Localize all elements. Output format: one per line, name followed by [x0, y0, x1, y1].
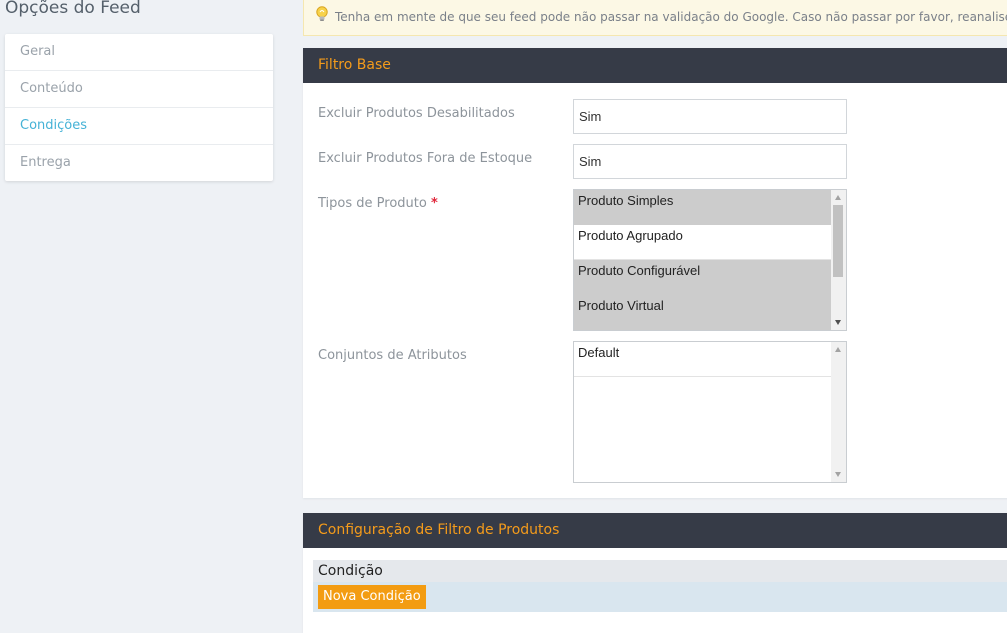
- required-mark: *: [430, 196, 438, 211]
- option-produto-agrupado[interactable]: Produto Agrupado: [574, 225, 831, 260]
- page-title: Opções do Feed: [5, 0, 141, 18]
- option-produto-configuravel[interactable]: Produto Configurável: [574, 260, 831, 295]
- attribute-sets-label: Conjuntos de Atributos: [318, 348, 467, 363]
- exclude-disabled-select[interactable]: Sim: [573, 99, 847, 134]
- nav-item-geral[interactable]: Geral: [5, 34, 273, 71]
- scroll-down-icon[interactable]: [835, 472, 841, 477]
- option-default[interactable]: Default: [574, 342, 831, 377]
- nav-item-entrega[interactable]: Entrega: [5, 145, 273, 181]
- option-produto-simples[interactable]: Produto Simples: [574, 190, 831, 225]
- scroll-up-icon[interactable]: [835, 347, 841, 352]
- product-types-label: Tipos de Produto *: [318, 196, 438, 211]
- product-types-multiselect[interactable]: Produto Simples Produto Agrupado Produto…: [573, 189, 847, 331]
- product-types-label-text: Tipos de Produto: [318, 196, 427, 211]
- exclude-disabled-label: Excluir Produtos Desabilitados: [318, 106, 515, 121]
- product-types-scrollbar[interactable]: [831, 190, 846, 330]
- product-filter-title: Configuração de Filtro de Produtos: [303, 513, 1007, 548]
- option-produto-virtual[interactable]: Produto Virtual: [574, 295, 831, 330]
- nav-item-conteudo[interactable]: Conteúdo: [5, 71, 273, 108]
- scroll-down-icon[interactable]: [835, 320, 841, 325]
- nav-item-condicoes[interactable]: Condições: [5, 108, 273, 145]
- condition-column-header: Condição: [313, 560, 1007, 582]
- base-filter-panel: Filtro Base Excluir Produtos Desabilitad…: [303, 48, 1007, 498]
- notice-text: Tenha em mente de que seu feed pode não …: [335, 10, 1007, 24]
- scroll-up-icon[interactable]: [835, 195, 841, 200]
- exclude-out-of-stock-select[interactable]: Sim: [573, 144, 847, 179]
- attribute-sets-multiselect[interactable]: Default: [573, 341, 847, 483]
- new-condition-button[interactable]: Nova Condição: [318, 585, 426, 609]
- feed-options-nav: Geral Conteúdo Condições Entrega: [5, 34, 273, 181]
- lightbulb-icon: [315, 1, 329, 35]
- conditions-table: Condição Nova Condição: [313, 560, 1007, 612]
- validation-notice: Tenha em mente de que seu feed pode não …: [303, 0, 1007, 36]
- scroll-thumb[interactable]: [833, 205, 843, 277]
- base-filter-title: Filtro Base: [303, 48, 1007, 83]
- conditions-row: Nova Condição: [313, 582, 1007, 612]
- product-filter-panel: Configuração de Filtro de Produtos Condi…: [303, 513, 1007, 633]
- exclude-out-of-stock-label: Excluir Produtos Fora de Estoque: [318, 151, 533, 166]
- attribute-sets-scrollbar[interactable]: [831, 342, 846, 482]
